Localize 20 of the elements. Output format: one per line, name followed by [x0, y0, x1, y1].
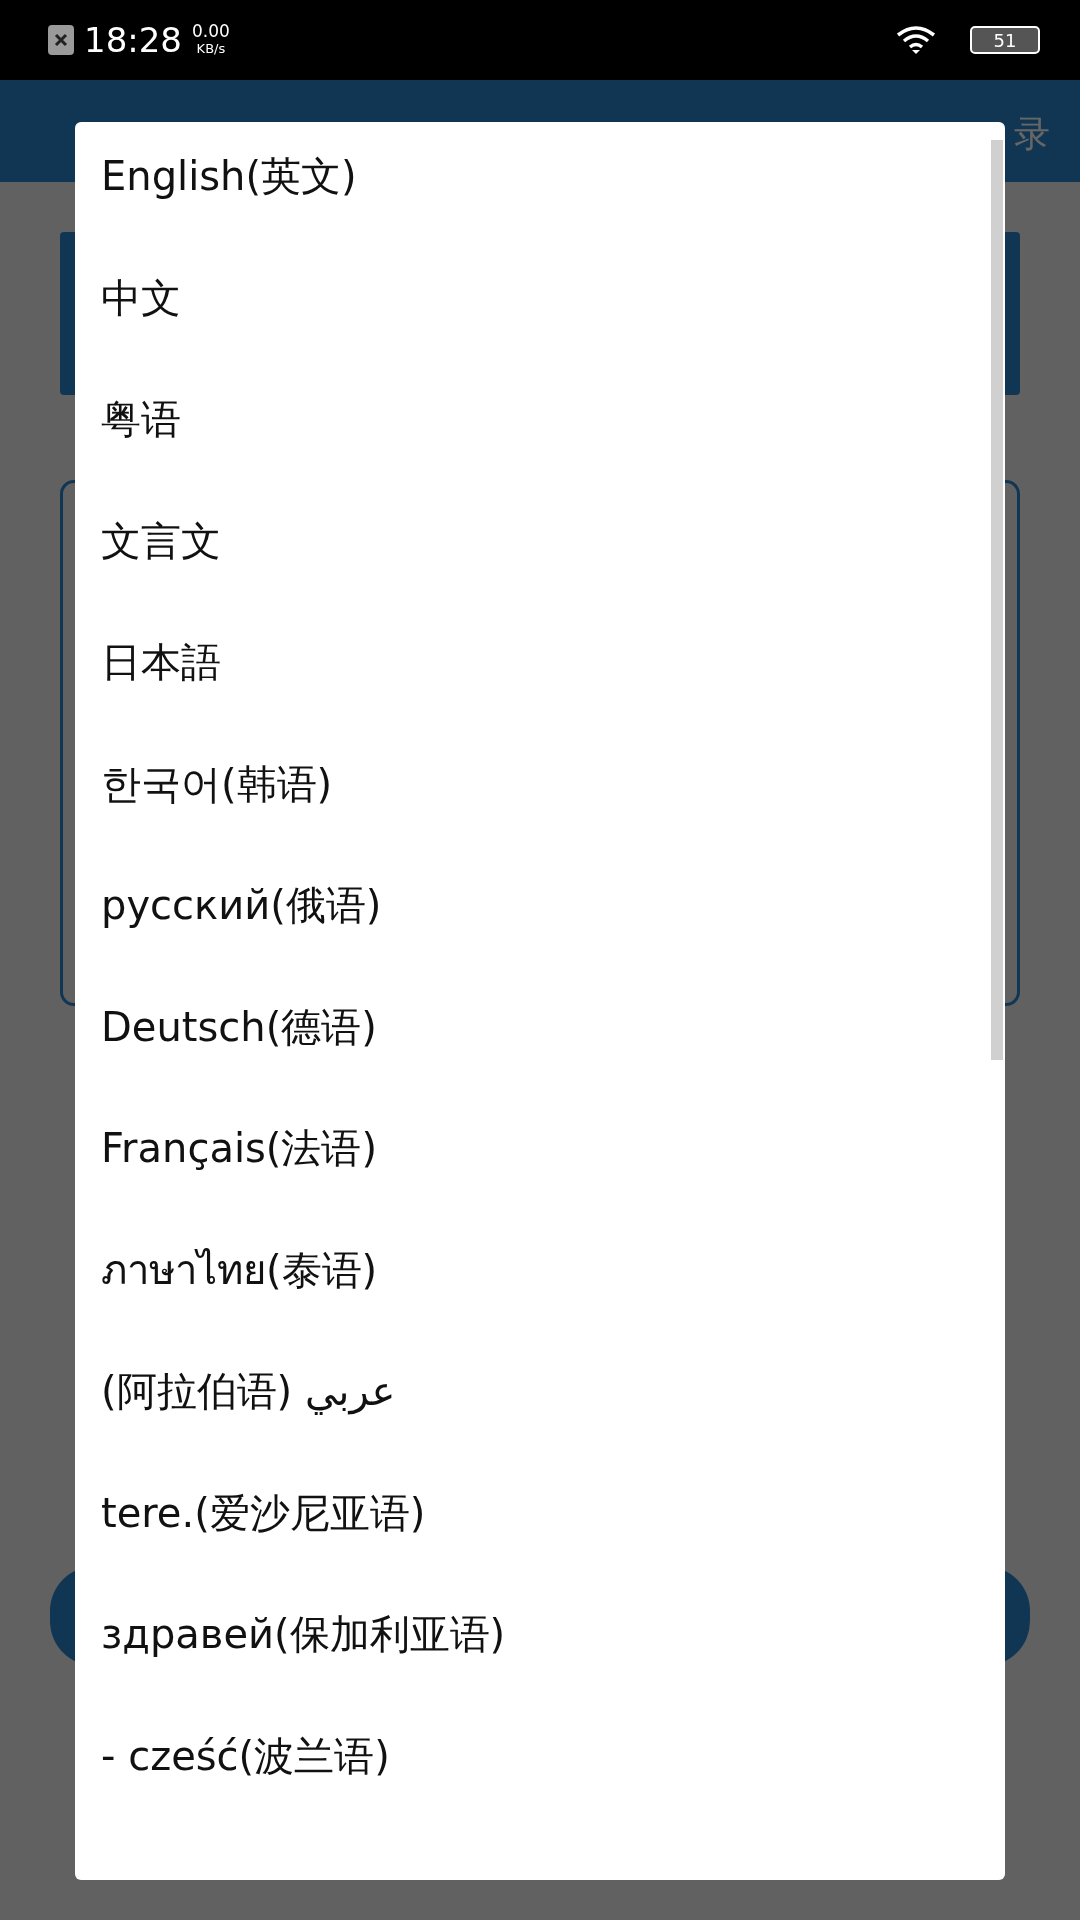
language-option[interactable]: 한국어(韩语): [101, 723, 1005, 845]
language-option[interactable]: - cześć(波兰语): [101, 1695, 1005, 1817]
notification-close-icon: [48, 25, 74, 55]
language-option[interactable]: ภาษาไทย(泰语): [101, 1209, 1005, 1331]
language-option[interactable]: русский(俄语): [101, 845, 1005, 967]
language-option[interactable]: Deutsch(德语): [101, 966, 1005, 1088]
language-option[interactable]: tere.(爱沙尼亚语): [101, 1452, 1005, 1574]
language-option[interactable]: Français(法语): [101, 1088, 1005, 1210]
language-option[interactable]: 文言文: [101, 480, 1005, 602]
battery-level: 51: [993, 29, 1017, 51]
language-option[interactable]: 日本語: [101, 602, 1005, 724]
language-option[interactable]: (阿拉伯语) عربي: [101, 1331, 1005, 1453]
language-option[interactable]: English(英文): [101, 122, 1005, 238]
language-option[interactable]: здравей(保加利亚语): [101, 1574, 1005, 1696]
network-speed-value: 0.00: [192, 23, 230, 40]
wifi-icon: [896, 25, 936, 55]
network-speed-unit: KB/s: [196, 40, 226, 57]
language-option[interactable]: 中文: [101, 237, 1005, 359]
clock-time: 18:28: [84, 20, 182, 60]
language-option[interactable]: 粤语: [101, 359, 1005, 481]
